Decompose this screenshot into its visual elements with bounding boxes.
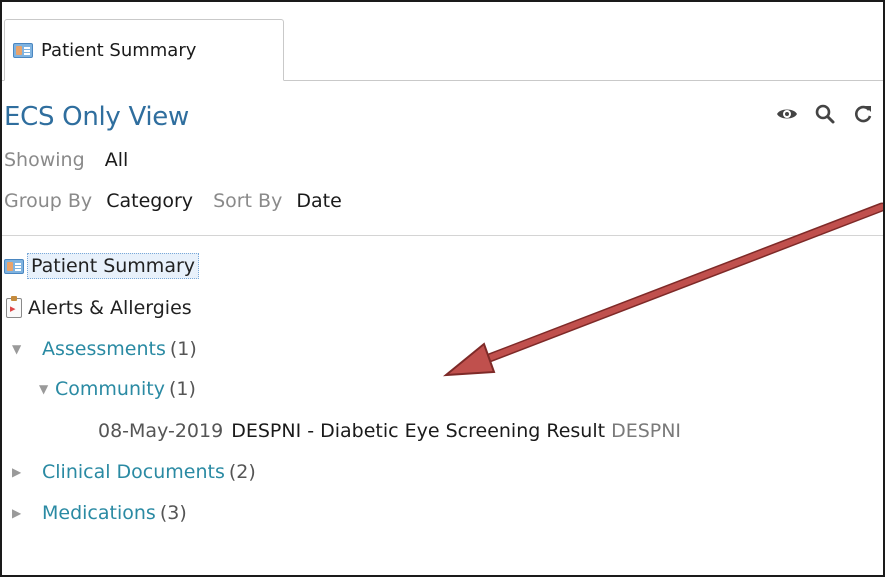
collapsed-triangle-icon[interactable]: ▶	[12, 465, 26, 479]
tree-node-alerts-allergies[interactable]: Alerts & Allergies	[6, 292, 192, 324]
tab-patient-summary[interactable]: Patient Summary	[4, 19, 284, 81]
tree-node-community[interactable]: ▼ Community (1)	[39, 373, 196, 405]
tree-label[interactable]: Medications	[42, 502, 156, 524]
eye-icon[interactable]	[775, 102, 799, 126]
toolbar	[775, 102, 875, 126]
sort-by-label: Sort By	[213, 190, 283, 212]
search-icon[interactable]	[813, 102, 837, 126]
tree-count: (1)	[168, 378, 196, 400]
tree-label: Patient Summary	[27, 253, 200, 279]
tree-label[interactable]: Community	[55, 378, 165, 400]
group-by-value[interactable]: Category	[106, 190, 193, 212]
patient-card-icon	[13, 42, 33, 58]
tab-label: Patient Summary	[41, 39, 197, 61]
group-by-label: Group By	[4, 190, 93, 212]
divider	[2, 235, 883, 236]
showing-value[interactable]: All	[105, 149, 129, 171]
tree-label: Alerts & Allergies	[28, 297, 192, 319]
view-title[interactable]: ECS Only View	[4, 102, 189, 132]
annotation-arrow	[442, 202, 883, 377]
tree-node-document[interactable]: 08-May-2019 DESPNI - Diabetic Eye Screen…	[98, 415, 681, 447]
refresh-icon[interactable]	[851, 102, 875, 126]
tree-node-patient-summary[interactable]: Patient Summary	[4, 250, 200, 282]
document-date: 08-May-2019	[98, 420, 224, 442]
showing-row: Showing All	[4, 149, 142, 171]
group-sort-row: Group By Category Sort By Date	[4, 190, 356, 212]
tree-count: (2)	[228, 461, 256, 483]
expanded-triangle-icon[interactable]: ▼	[39, 382, 53, 396]
tree-node-medications[interactable]: ▶ Medications (3)	[12, 497, 187, 529]
collapsed-triangle-icon[interactable]: ▶	[12, 506, 26, 520]
tree-count: (3)	[159, 502, 187, 524]
tree-label[interactable]: Assessments	[42, 338, 166, 360]
clipboard-icon	[6, 296, 22, 318]
document-code: DESPNI	[611, 420, 682, 442]
tree-label[interactable]: Clinical Documents	[42, 461, 225, 483]
sort-by-value[interactable]: Date	[296, 190, 341, 212]
showing-label: Showing	[4, 149, 85, 171]
tree-node-assessments[interactable]: ▼ Assessments (1)	[12, 333, 197, 365]
document-title[interactable]: DESPNI - Diabetic Eye Screening Result	[231, 420, 605, 442]
tree-node-clinical-documents[interactable]: ▶ Clinical Documents (2)	[12, 456, 256, 488]
patient-summary-panel: Patient Summary ECS Only View Showing Al…	[0, 0, 885, 577]
patient-card-icon	[4, 258, 24, 274]
tree-count: (1)	[169, 338, 197, 360]
tab-strip: Patient Summary	[2, 2, 883, 81]
expanded-triangle-icon[interactable]: ▼	[12, 342, 26, 356]
